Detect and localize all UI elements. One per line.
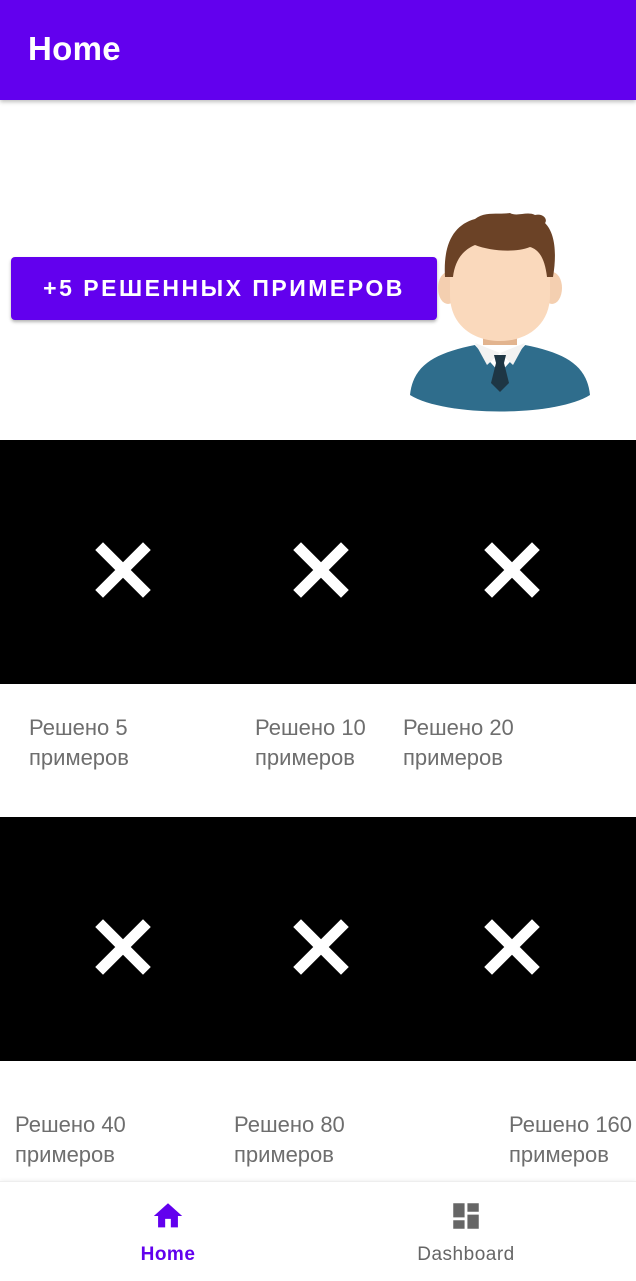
app-bar: Home	[0, 0, 636, 100]
bottom-navigation: Home Dashboard	[0, 1181, 636, 1281]
close-icon[interactable]	[95, 542, 151, 598]
add-solved-examples-button[interactable]: +5 РЕШЕННЫХ ПРИМЕРОВ	[11, 257, 437, 320]
page-title: Home	[28, 30, 121, 67]
close-icon[interactable]	[95, 919, 151, 975]
nav-label-dashboard: Dashboard	[417, 1244, 515, 1265]
close-icon[interactable]	[293, 542, 349, 598]
achievement-label: Решено 10 примеров	[255, 715, 366, 770]
achievement-label: Решено 40 примеров	[15, 1112, 126, 1167]
close-icon[interactable]	[293, 919, 349, 975]
nav-label-home: Home	[140, 1244, 196, 1265]
achievement-label: Решено 160 примеров	[509, 1112, 633, 1167]
achievement-label: Решено 5 примеров	[29, 715, 129, 770]
close-icon[interactable]	[484, 542, 540, 598]
nav-item-dashboard[interactable]: Dashboard	[366, 1182, 566, 1281]
achievement-label: Решено 20 примеров	[403, 715, 514, 770]
achievement-row	[0, 440, 636, 684]
nav-item-home[interactable]: Home	[68, 1182, 268, 1281]
achievement-label: Решено 80 примеров	[234, 1112, 345, 1167]
person-avatar-icon	[410, 213, 590, 412]
home-icon	[153, 1203, 183, 1228]
dashboard-icon	[453, 1203, 479, 1229]
achievement-row	[0, 817, 636, 1061]
close-icon[interactable]	[484, 919, 540, 975]
